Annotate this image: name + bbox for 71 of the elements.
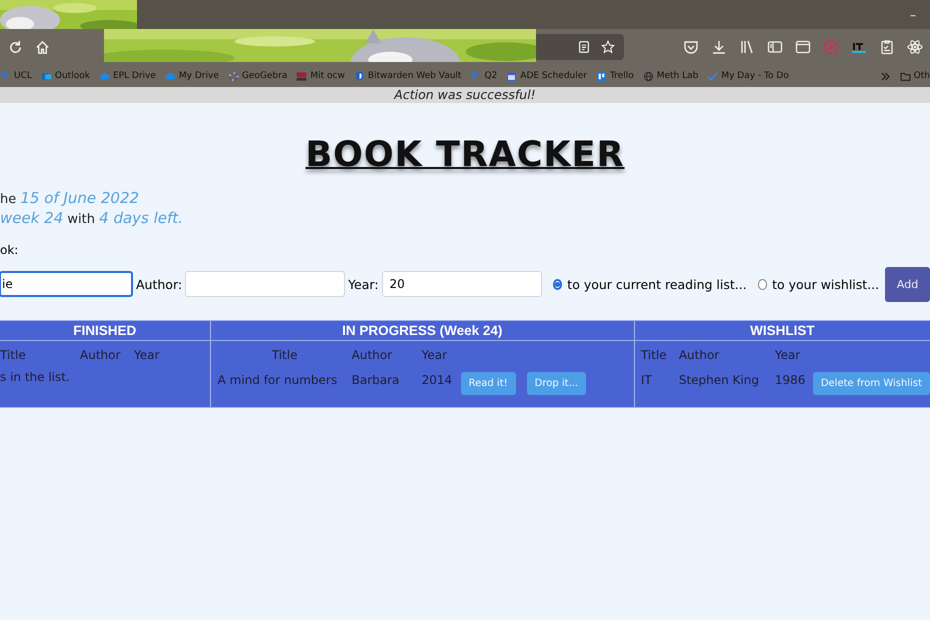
radio-label[interactable]: to your wishlist... bbox=[772, 276, 880, 292]
action-button[interactable]: Drop it... bbox=[526, 372, 586, 395]
radio-label[interactable]: to your current reading list... bbox=[567, 276, 747, 292]
table-cell-text: IT bbox=[640, 372, 653, 388]
table-cell-text: 1986 bbox=[774, 372, 806, 388]
column-header: Year bbox=[422, 347, 448, 364]
minimize-button[interactable]: – bbox=[910, 8, 916, 22]
shield-icon[interactable] bbox=[354, 70, 365, 82]
atom-icon[interactable] bbox=[907, 39, 923, 55]
action-button[interactable]: Delete from Wishlist bbox=[812, 372, 930, 395]
reload-icon[interactable] bbox=[8, 40, 23, 54]
table-cell-text: A mind for numbers bbox=[218, 372, 338, 388]
bookmark-link[interactable]: My Drive bbox=[178, 71, 219, 81]
date-text: week 24 with 4 days left. bbox=[0, 209, 184, 229]
bookmark-link[interactable]: Trello bbox=[610, 71, 634, 81]
add-button[interactable]: Add bbox=[885, 266, 930, 302]
bookmark-link[interactable]: EPL Drive bbox=[112, 71, 156, 81]
input-field[interactable]: ie bbox=[0, 271, 133, 297]
board-icon[interactable] bbox=[596, 70, 607, 82]
bookmark-folder[interactable]: Oth bbox=[914, 71, 930, 81]
column-header: Title bbox=[270, 347, 298, 364]
input-field[interactable] bbox=[185, 271, 346, 297]
table-cell-text: Barbara bbox=[352, 372, 400, 388]
globe-icon[interactable] bbox=[642, 70, 654, 82]
field-label: Author: bbox=[136, 276, 182, 292]
column-header: Author bbox=[80, 347, 122, 364]
address-bar[interactable] bbox=[536, 34, 624, 60]
table-cell-text: Stephen King bbox=[678, 372, 760, 388]
column-header: Author bbox=[678, 347, 720, 364]
clipboard-icon[interactable] bbox=[879, 39, 895, 55]
field-label: Year: bbox=[348, 276, 379, 292]
bookmark-link[interactable]: Outlook bbox=[54, 71, 90, 81]
folder-icon[interactable] bbox=[900, 70, 911, 82]
column-header: Author bbox=[352, 347, 394, 364]
table-cell-text: 2014 bbox=[422, 372, 454, 388]
calendar-icon[interactable] bbox=[506, 70, 518, 82]
chevron-icon[interactable] bbox=[880, 70, 891, 82]
column-header: Year bbox=[774, 347, 802, 364]
bookmark-link[interactable]: Meth Lab bbox=[656, 71, 698, 81]
table-heading: IN PROGRESS (Week 24) bbox=[210, 321, 634, 341]
reader-view-icon[interactable] bbox=[577, 40, 591, 54]
date-text: he 15 of June 2022 bbox=[0, 189, 140, 209]
download-icon[interactable] bbox=[711, 39, 727, 55]
column-header: Title bbox=[640, 347, 668, 364]
table-heading: WISHLIST bbox=[634, 321, 930, 341]
check-icon[interactable] bbox=[707, 70, 718, 82]
bookmark-link[interactable]: My Day - To Do bbox=[721, 71, 789, 81]
empty-message: s in the list. bbox=[0, 370, 71, 384]
form-label: ok: bbox=[0, 242, 20, 258]
input-field[interactable]: 20 bbox=[382, 271, 542, 297]
pocket-icon[interactable] bbox=[683, 39, 699, 55]
column-header: Title bbox=[0, 347, 27, 364]
library-icon[interactable] bbox=[739, 39, 755, 55]
bookmark-link[interactable]: Q2 bbox=[484, 71, 498, 81]
bookmark-link[interactable]: Bitwarden Web Vault bbox=[368, 71, 462, 81]
bookmark-link[interactable]: ADE Scheduler bbox=[520, 71, 587, 81]
window-icon[interactable] bbox=[795, 39, 811, 55]
logo-icon[interactable] bbox=[296, 70, 308, 82]
radio-button[interactable] bbox=[552, 278, 562, 290]
bookmark-link[interactable]: Mit ocw bbox=[310, 71, 345, 81]
home-icon[interactable] bbox=[35, 40, 50, 54]
bookmark-link[interactable]: UCL bbox=[14, 71, 32, 81]
column-header: Year bbox=[134, 347, 160, 364]
action-button[interactable]: Read it! bbox=[460, 372, 516, 395]
success-banner: Action was successful! bbox=[0, 87, 930, 103]
radio-button[interactable] bbox=[758, 278, 768, 290]
sidebar-icon[interactable] bbox=[767, 39, 783, 55]
dots-icon[interactable] bbox=[228, 70, 239, 82]
bookmark-link[interactable]: GeoGebra bbox=[242, 71, 288, 81]
page-title: BOOK TRACKER bbox=[304, 134, 626, 177]
star-icon[interactable] bbox=[601, 40, 615, 54]
